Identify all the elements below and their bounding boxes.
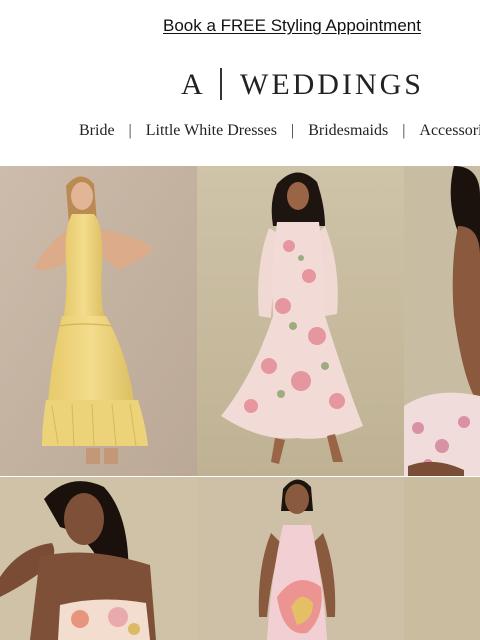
brand-logo-mark: A <box>181 68 204 101</box>
nav-separator: | <box>290 122 295 139</box>
nav-item-bride[interactable]: Bride <box>79 122 115 140</box>
product-image <box>0 477 197 640</box>
product-tile-backdrop[interactable] <box>404 477 480 640</box>
nav-item-bridesmaids[interactable]: Bridesmaids <box>308 122 388 140</box>
brand-logo-name: WEDDINGS <box>240 68 424 101</box>
product-tile-floral-gown[interactable] <box>404 166 480 476</box>
product-tile-pink-floral-sleeve-dress[interactable] <box>197 166 404 476</box>
promo-banner: Book a FREE Styling Appointment <box>0 0 480 50</box>
product-grid <box>0 166 480 640</box>
nav-item-little-white-dresses[interactable]: Little White Dresses <box>146 122 277 140</box>
product-tile-yellow-gown[interactable] <box>0 166 197 476</box>
product-tile-pink-floral-halter-dress[interactable] <box>197 477 404 640</box>
product-image <box>0 166 197 476</box>
nav-item-accessories[interactable]: Accessories <box>419 122 480 140</box>
brand-logo[interactable]: A WEDDINGS <box>0 64 480 106</box>
nav-separator: | <box>128 122 132 139</box>
product-image <box>404 477 480 640</box>
nav-separator: | <box>402 122 406 139</box>
product-image <box>197 166 404 476</box>
product-image <box>197 477 404 640</box>
product-tile-floral-strapless-dress[interactable] <box>0 477 197 640</box>
product-image <box>404 166 480 476</box>
book-styling-appointment-link[interactable]: Book a FREE Styling Appointment <box>163 16 421 36</box>
brand-logo-divider <box>220 68 222 100</box>
category-nav: Bride | Little White Dresses | Bridesmai… <box>0 118 480 146</box>
